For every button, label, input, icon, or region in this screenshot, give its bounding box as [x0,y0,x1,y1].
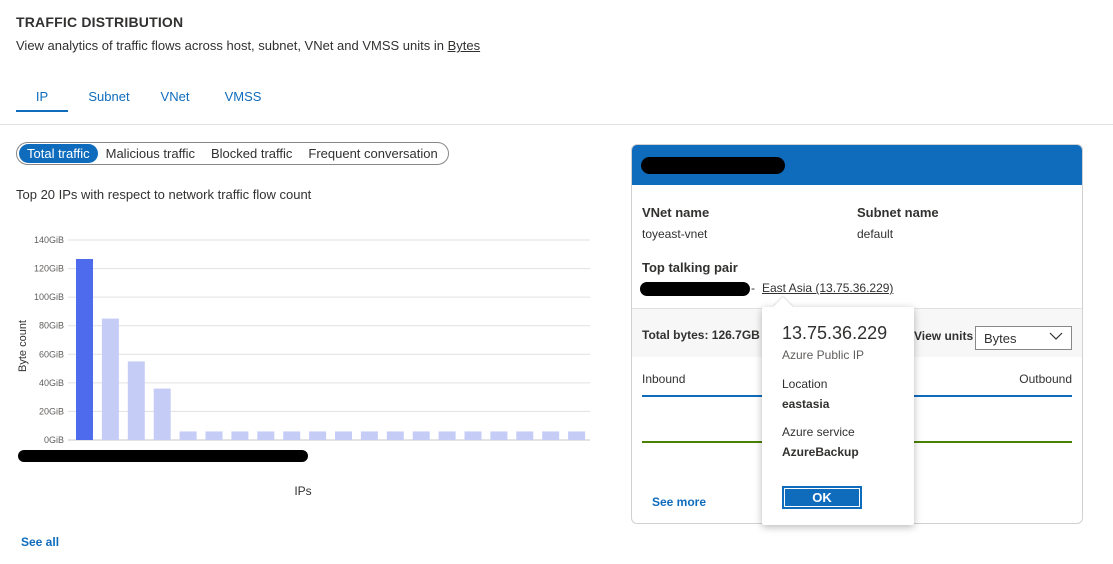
vnet-name-label: VNet name [642,205,710,220]
bar[interactable] [335,431,352,440]
bar[interactable] [309,431,327,440]
filter-malicious-traffic[interactable]: Malicious traffic [98,144,203,163]
y-tick-label: 40GiB [39,378,64,388]
subnet-name-value: default [857,227,894,241]
bar[interactable] [257,431,275,440]
vnet-name-value: toyeast-vnet [642,227,708,241]
y-tick-label: 100GiB [34,292,64,302]
bar[interactable] [542,431,560,440]
bar-chart: 140GiB 120GiB 100GiB 80GiB 60GiB 40GiB 20GiB 0G… [17,235,590,498]
y-tick-label: 60GiB [39,349,64,359]
bar[interactable] [76,259,93,440]
bar[interactable] [179,431,197,440]
tab-subnet[interactable]: Subnet [75,88,143,112]
card-title-redacted [641,157,785,174]
ip-labels-redacted [18,450,308,462]
bar[interactable] [386,431,404,440]
pair-source-redacted [640,282,750,296]
callout-location-label: Location [782,377,828,391]
x-axis-label: IPs [294,484,311,498]
bar[interactable] [516,431,534,440]
chart-caption: Top 20 IPs with respect to network traff… [16,187,312,202]
bar[interactable] [360,431,378,440]
y-tick-label: 0GiB [44,435,64,445]
view-units-label: View units : [914,329,981,343]
y-tick-label: 140GiB [34,235,64,245]
bar[interactable] [153,388,171,440]
bar[interactable] [568,431,586,440]
outbound-label: Outbound [1019,372,1072,386]
filter-blocked-traffic[interactable]: Blocked traffic [203,144,300,163]
pair-destination-link[interactable]: East Asia (13.75.36.229) [762,281,893,295]
tab-divider [0,124,1113,125]
bar[interactable] [438,431,456,440]
filter-frequent-conversation[interactable]: Frequent conversation [300,144,445,163]
bar[interactable] [101,318,119,440]
view-units-dropdown[interactable]: Bytes [975,326,1072,350]
top-talking-pair-label: Top talking pair [642,260,738,275]
callout-service-value: AzureBackup [782,445,859,459]
bar[interactable] [283,431,301,440]
bar[interactable] [231,431,249,440]
tab-list: IP Subnet VNet VMSS [16,88,268,112]
tab-vmss[interactable]: VMSS [218,88,268,112]
ok-button[interactable]: OK [782,486,862,509]
callout-location-value: eastasia [782,397,830,411]
traffic-filter-group: Total traffic Malicious traffic Blocked … [16,142,449,165]
bar[interactable] [205,431,223,440]
section-title: TRAFFIC DISTRIBUTION [16,14,184,30]
chevron-down-icon [1049,332,1063,340]
callout-service-label: Azure service [782,425,855,439]
y-tick-label: 120GiB [34,264,64,274]
filter-total-traffic[interactable]: Total traffic [19,144,98,163]
section-description: View analytics of traffic flows across h… [16,38,480,53]
callout-ip: 13.75.36.229 [782,323,888,343]
view-units-value: Bytes [984,331,1017,346]
description-text: View analytics of traffic flows across h… [16,38,448,53]
subnet-name-label: Subnet name [857,205,939,220]
y-axis-label: Byte count [17,320,29,372]
bar[interactable] [490,431,508,440]
card-header [632,145,1082,185]
tab-vnet[interactable]: VNet [155,88,195,112]
see-more-link[interactable]: See more [652,495,706,509]
bar[interactable] [412,431,430,440]
see-all-link[interactable]: See all [21,535,59,549]
unit-link[interactable]: Bytes [448,38,481,53]
callout-ip-type: Azure Public IP [782,348,865,362]
bar[interactable] [127,361,145,440]
y-tick-label: 20GiB [39,406,64,416]
y-tick-label: 80GiB [39,321,64,331]
tab-ip[interactable]: IP [16,88,68,112]
total-bytes: Total bytes: 126.7GB [642,328,760,342]
ip-callout: 13.75.36.229 Azure Public IP Location ea… [762,297,914,525]
bar[interactable] [464,431,482,440]
inbound-label: Inbound [642,372,686,386]
pair-separator: - [751,281,755,295]
